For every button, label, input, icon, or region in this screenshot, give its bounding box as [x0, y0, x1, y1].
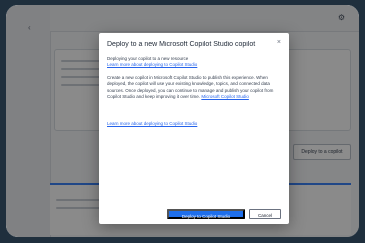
- cancel-button[interactable]: Cancel: [249, 209, 281, 219]
- app-window: ‹ ⚙ Deploy to a copilot Deploy to a new …: [6, 5, 359, 237]
- close-icon[interactable]: ×: [277, 39, 281, 46]
- learn-more-link[interactable]: Learn more about deploying to Copilot St…: [107, 121, 197, 126]
- dialog-meta-link[interactable]: Learn more about deploying to Copilot St…: [107, 62, 197, 67]
- dialog-body: Create a new copilot in Microsoft Copilo…: [107, 75, 279, 101]
- dialog-title: Deploy to a new Microsoft Copilot Studio…: [107, 41, 256, 48]
- dialog-body-link[interactable]: Microsoft Copilot Studio: [201, 94, 249, 99]
- deploy-dialog: Deploy to a new Microsoft Copilot Studio…: [99, 33, 289, 224]
- deploy-to-copilot-studio-button[interactable]: Deploy to Copilot Studio: [167, 209, 245, 219]
- dialog-meta-line: Deploying your copilot to a new resource: [107, 56, 189, 61]
